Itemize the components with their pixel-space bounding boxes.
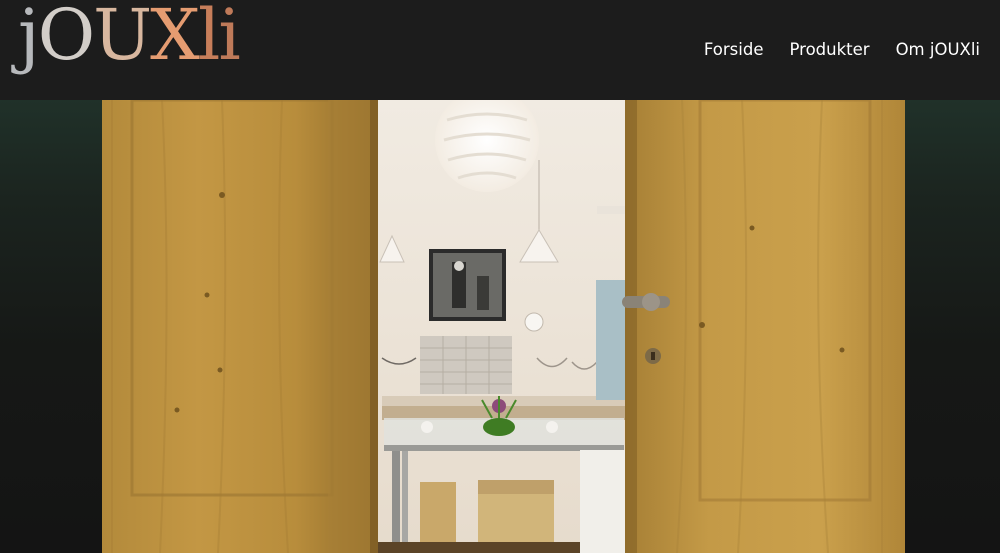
nav-link-om-jouxli[interactable]: Om jOUXli — [896, 40, 980, 59]
nav-link-produkter[interactable]: Produkter — [789, 40, 869, 59]
brand-logo[interactable]: jOUXli — [18, 0, 241, 76]
logo-letter: j — [18, 0, 40, 76]
logo-letter: l — [197, 0, 220, 76]
site-header: jOUXli Forside Produkter Om jOUXli — [0, 0, 1000, 100]
logo-letter: X — [150, 0, 200, 76]
nav-link-forside[interactable]: Forside — [704, 40, 764, 59]
logo-letter: U — [93, 0, 152, 76]
logo-letter: O — [37, 0, 95, 76]
hero-image — [102, 100, 905, 553]
logo-letter: i — [218, 0, 240, 76]
main-nav: Forside Produkter Om jOUXli — [704, 40, 980, 59]
